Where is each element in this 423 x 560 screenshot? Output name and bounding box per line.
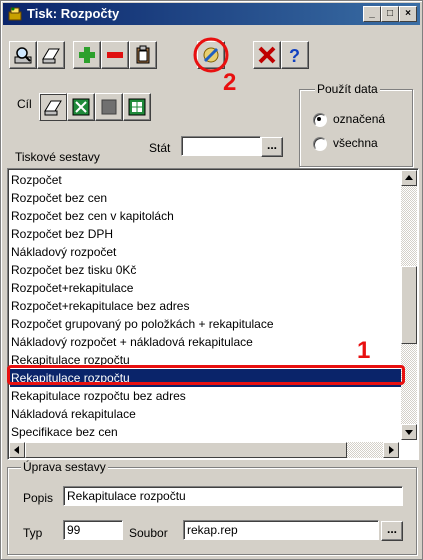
use-data-group — [299, 89, 413, 167]
target-label: Cíl — [17, 97, 32, 111]
horizontal-scroll-thumb[interactable] — [25, 442, 347, 458]
report-item[interactable]: Rozpočet bez tisku 0Kč — [10, 261, 401, 279]
scroll-right-button[interactable] — [383, 442, 399, 458]
soubor-field[interactable]: rekap.rep — [183, 520, 379, 540]
report-item[interactable]: Nákladový rozpočet + nákladová rekapitul… — [10, 333, 401, 351]
soubor-browse-button[interactable]: ... — [381, 521, 403, 541]
preview-icon — [14, 47, 32, 64]
blank-doc-icon — [101, 99, 117, 115]
edit-group — [7, 467, 417, 555]
annotation-box — [7, 365, 405, 385]
remove-button[interactable] — [101, 41, 129, 69]
vertical-scrollbar[interactable] — [401, 170, 417, 440]
vertical-scroll-thumb[interactable] — [401, 266, 417, 344]
soubor-label: Soubor — [129, 526, 168, 540]
scroll-up-button[interactable] — [401, 170, 417, 186]
use-data-marked-radio[interactable] — [313, 113, 327, 127]
right-arrow-icon — [389, 446, 394, 454]
target-printer-button[interactable] — [39, 93, 67, 121]
typ-field[interactable]: 99 — [63, 520, 123, 540]
use-data-marked-label[interactable]: označená — [333, 112, 385, 126]
use-data-all-radio[interactable] — [313, 137, 327, 151]
use-data-title: Použít data — [315, 82, 380, 96]
edit-title: Úprava sestavy — [21, 460, 108, 474]
add-button[interactable] — [73, 41, 101, 69]
scroll-down-button[interactable] — [401, 424, 417, 440]
state-browse-button[interactable]: ... — [261, 137, 283, 157]
help-button[interactable]: ? — [281, 41, 309, 69]
printer-icon — [44, 100, 62, 116]
report-item[interactable]: Rozpočet+rekapitulace bez adres — [10, 297, 401, 315]
print-icon — [42, 48, 60, 64]
scroll-left-button[interactable] — [9, 442, 25, 458]
delete-button[interactable] — [253, 41, 281, 69]
add-icon — [79, 47, 95, 63]
target-excel-button[interactable] — [67, 93, 95, 121]
window-title: Tisk: Rozpočty — [27, 6, 120, 21]
annotation-one: 1 — [357, 337, 371, 364]
clipboard-button[interactable] — [129, 41, 157, 69]
print-button[interactable] — [37, 41, 65, 69]
report-item[interactable]: Rozpočet grupovaný po položkách + rekapi… — [10, 315, 401, 333]
annotation-two: 2 — [223, 69, 237, 96]
delete-icon — [258, 46, 276, 64]
report-item[interactable]: Rozpočet+rekapitulace — [10, 279, 401, 297]
print-window: Tisk: Rozpočty _ □ × ? 2 Cíl Stát ... Ti… — [0, 0, 423, 560]
typ-label: Typ — [23, 526, 43, 540]
spreadsheet-icon — [128, 98, 146, 116]
report-item[interactable]: Rekapitulace rozpočtu bez adres — [10, 387, 401, 405]
report-list[interactable]: Rozpočet Rozpočet bez cen Rozpočet bez cen… — [7, 168, 419, 460]
preview-button[interactable] — [9, 41, 37, 69]
report-item[interactable]: Rozpočet bez cen v kapitolách — [10, 207, 401, 225]
report-item[interactable]: Rozpočet — [10, 171, 401, 189]
horizontal-scrollbar[interactable] — [9, 442, 399, 458]
report-item[interactable]: Rozpočet bez cen — [10, 189, 401, 207]
remove-icon — [107, 52, 123, 58]
report-item[interactable]: Specifikace bez cen — [10, 423, 401, 441]
title-bar[interactable]: Tisk: Rozpočty _ □ × — [3, 3, 420, 25]
clipboard-icon — [136, 45, 150, 64]
maximize-button[interactable]: □ — [381, 6, 399, 22]
report-item[interactable]: Nákladový rozpočet — [10, 243, 401, 261]
down-arrow-icon — [405, 430, 413, 435]
popis-field[interactable]: Rekapitulace rozpočtu — [63, 486, 403, 506]
target-spreadsheet-button[interactable] — [123, 93, 151, 121]
state-field[interactable] — [181, 136, 261, 156]
report-item[interactable]: Rozpočet bez DPH — [10, 225, 401, 243]
close-button[interactable]: × — [399, 6, 417, 22]
help-icon: ? — [289, 46, 300, 65]
left-arrow-icon — [14, 446, 19, 454]
use-data-all-label[interactable]: všechna — [333, 136, 378, 150]
report-item[interactable]: Nákladová rekapitulace — [10, 405, 401, 423]
svg-text:?: ? — [289, 46, 300, 65]
state-label: Stát — [149, 141, 171, 155]
app-icon — [8, 7, 22, 21]
up-arrow-icon — [405, 175, 413, 180]
excel-icon — [72, 98, 90, 116]
reports-title: Tiskové sestavy — [15, 150, 100, 164]
popis-label: Popis — [23, 491, 54, 505]
minimize-button[interactable]: _ — [363, 6, 381, 22]
target-blank-button[interactable] — [95, 93, 123, 121]
